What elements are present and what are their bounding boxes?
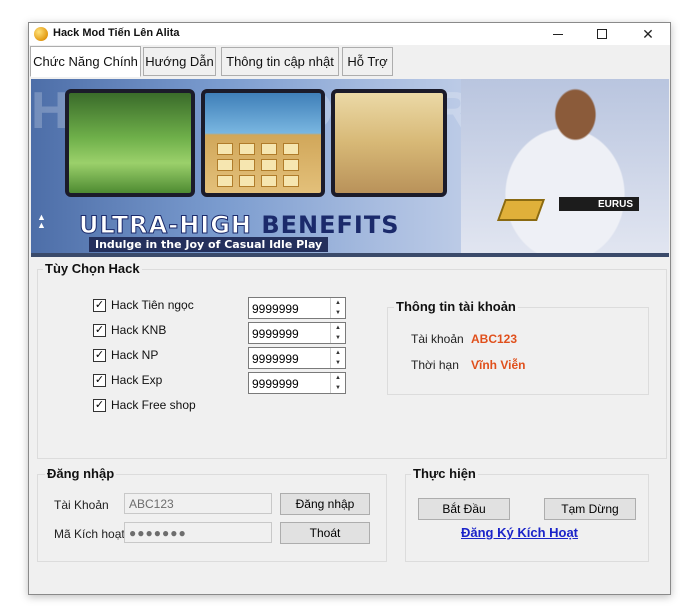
spin-down-icon[interactable]: ▼ (331, 333, 345, 343)
brand-badge: EURUS (559, 197, 639, 211)
spinner[interactable]: ▲ ▼ (330, 298, 345, 318)
hero-armor-accent (496, 199, 546, 221)
spinner[interactable]: ▲ ▼ (330, 373, 345, 393)
checkbox-hack-free-shop[interactable]: ✓ Hack Free shop (93, 398, 196, 412)
spin-up-icon[interactable]: ▲ (331, 323, 345, 333)
banner-bottom-strip (31, 253, 669, 257)
minimize-icon (553, 33, 563, 35)
hack-options-legend: Tùy Chọn Hack (43, 261, 142, 276)
tab-thong-tin-cap-nhat[interactable]: Thông tin cập nhật (221, 47, 339, 76)
grid-tile (239, 159, 255, 171)
activation-code-field[interactable]: ●●●●●●● (124, 522, 272, 543)
phone-screenshot (201, 89, 325, 197)
spin-down-icon[interactable]: ▼ (331, 383, 345, 393)
grid-tile (261, 159, 277, 171)
grid-tile (239, 143, 255, 155)
spinner[interactable]: ▲ ▼ (330, 348, 345, 368)
exit-button[interactable]: Thoát (280, 522, 370, 544)
checkbox-check-icon: ✓ (93, 398, 106, 412)
grid-tile (283, 175, 299, 187)
grid-tile (217, 175, 233, 187)
close-icon: ✕ (642, 25, 654, 42)
grid-tile (217, 159, 233, 171)
grid-tile (283, 159, 299, 171)
spin-down-icon[interactable]: ▼ (331, 358, 345, 368)
login-account-field[interactable]: ABC123 (124, 493, 272, 514)
banner-subline: Indulge in the Joy of Casual Idle Play (89, 237, 329, 252)
execute-legend: Thực hiện (411, 466, 478, 481)
account-label: Tài khoản (411, 332, 464, 346)
grid-tile (239, 175, 255, 187)
tab-chuc-nang-chinh[interactable]: Chức Năng Chính (30, 46, 141, 77)
phone-screenshot (65, 89, 195, 197)
grid-tile (283, 143, 299, 155)
checkbox-check-icon: ✓ (93, 323, 106, 337)
spin-down-icon[interactable]: ▼ (331, 308, 345, 318)
numeric-input-exp[interactable]: 9999999 ▲ ▼ (248, 372, 346, 394)
window-title: Hack Mod Tiến Lên Alita (53, 27, 180, 39)
grid-tile (261, 143, 277, 155)
numeric-input-np[interactable]: 9999999 ▲ ▼ (248, 347, 346, 369)
login-group (37, 474, 387, 562)
spin-up-icon[interactable]: ▲ (331, 373, 345, 383)
checkbox-check-icon: ✓ (93, 348, 106, 362)
activation-code-label: Mã Kích hoạt (54, 527, 125, 541)
start-button[interactable]: Bắt Đầu (418, 498, 510, 520)
banner-headline: ULTRA-HIGH BENEFITS (79, 211, 400, 240)
maximize-button[interactable] (580, 23, 624, 45)
login-account-label: Tài Khoản (54, 498, 109, 512)
spin-up-icon[interactable]: ▲ (331, 348, 345, 358)
register-activation-link[interactable]: Đăng Ký Kích Hoạt (461, 525, 578, 540)
app-window: Hack Mod Tiến Lên Alita ✕ Chức Năng Chín… (28, 22, 671, 595)
checkbox-check-icon: ✓ (93, 298, 106, 312)
close-button[interactable]: ✕ (626, 23, 670, 45)
spin-up-icon[interactable]: ▲ (331, 298, 345, 308)
duration-value: Vĩnh Viễn (471, 358, 526, 372)
phone-screenshot (331, 89, 447, 197)
app-icon (34, 27, 48, 41)
tab-ho-tro[interactable]: Hỗ Trợ (342, 47, 393, 76)
grid-tile (261, 175, 277, 187)
promo-banner: HEROES OF CROWN EURUS ▲▲ ULTRA-HIGH BENE… (31, 79, 669, 257)
minimize-button[interactable] (536, 23, 580, 45)
maximize-icon (597, 29, 607, 39)
duration-label: Thời hạn (411, 358, 459, 372)
grid-tile (217, 143, 233, 155)
account-info-legend: Thông tin tài khoản (394, 299, 518, 314)
checkbox-hack-knb[interactable]: ✓ Hack KNB (93, 323, 166, 337)
spinner[interactable]: ▲ ▼ (330, 323, 345, 343)
numeric-input-tien-ngoc[interactable]: 9999999 ▲ ▼ (248, 297, 346, 319)
numeric-input-knb[interactable]: 9999999 ▲ ▼ (248, 322, 346, 344)
login-legend: Đăng nhập (45, 466, 117, 481)
login-button[interactable]: Đăng nhập (280, 493, 370, 515)
checkbox-check-icon: ✓ (93, 373, 106, 387)
banner-arrows-icon: ▲ ▲ (37, 212, 46, 230)
checkbox-hack-tien-ngoc[interactable]: ✓ Hack Tiên ngọc (93, 298, 194, 312)
checkbox-hack-exp[interactable]: ✓ Hack Exp (93, 373, 162, 387)
tab-huong-dan[interactable]: Hướng Dẫn (143, 47, 216, 76)
account-value: ABC123 (471, 332, 518, 346)
pause-button[interactable]: Tạm Dừng (544, 498, 636, 520)
title-bar[interactable]: Hack Mod Tiến Lên Alita ✕ (29, 23, 670, 45)
checkbox-hack-np[interactable]: ✓ Hack NP (93, 348, 158, 362)
account-info-group (387, 307, 649, 395)
hero-character-art (461, 79, 669, 257)
